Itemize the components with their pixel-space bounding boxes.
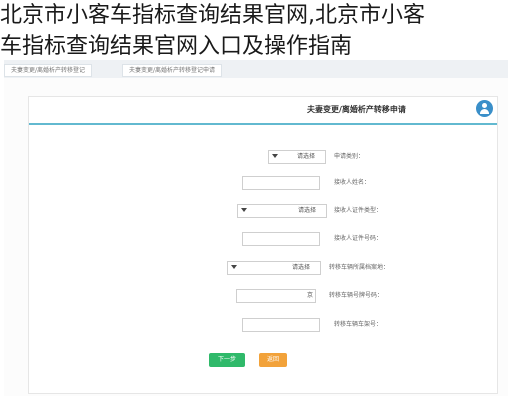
application-type-select[interactable]: 请选择	[268, 150, 326, 164]
chevron-down-icon	[272, 154, 278, 158]
screenshot-frame: 夫妻变更/离婚析产转移登记 夫妻变更/离婚析产转移登记申请 夫妻变更/离婚析产转…	[4, 60, 508, 396]
receiver-name-input[interactable]	[242, 176, 320, 190]
form-row-vehicle-archive: 请选择 转移车辆所属档案地：	[29, 261, 497, 277]
article-headline: 北京市小客车指标查询结果官网,北京市小客 车指标查询结果官网入口及操作指南	[0, 0, 512, 62]
browser-tab-2[interactable]: 夫妻变更/离婚析产转移登记申请	[122, 64, 223, 77]
browser-tab-1[interactable]: 夫妻变更/离婚析产转移登记	[4, 64, 93, 77]
return-button[interactable]: 返回	[259, 353, 287, 367]
headline-line-2: 车指标查询结果官网入口及操作指南	[0, 34, 353, 59]
form-row-receiver-id-number: 接收人证件号码：	[29, 232, 497, 248]
receiver-id-number-label: 接收人证件号码：	[334, 235, 383, 242]
form-row-receiver-id-type: 请选择 接收人证件类型：	[29, 204, 497, 220]
user-icon	[476, 100, 493, 117]
vin-label: 转移车辆车架号：	[334, 321, 383, 328]
receiver-name-label: 接收人姓名：	[334, 179, 371, 186]
plate-number-label: 转移车辆号牌号码：	[329, 292, 384, 299]
plate-number-input[interactable]: 京	[236, 289, 316, 303]
vehicle-archive-select[interactable]: 请选择	[227, 261, 321, 275]
next-button[interactable]: 下一步	[209, 353, 245, 367]
form-row-plate-number: 京 转移车辆号牌号码：	[29, 289, 497, 305]
receiver-id-number-input[interactable]	[242, 232, 320, 246]
form-title: 夫妻变更/离婚析产转移申请	[307, 105, 406, 114]
form-row-receiver-name: 接收人姓名：	[29, 176, 497, 192]
browser-tab-bar: 夫妻变更/离婚析产转移登记 夫妻变更/离婚析产转移登记申请	[4, 60, 508, 78]
form-row-application-type: 请选择 申请类别：	[29, 150, 497, 166]
headline-line-1: 北京市小客车指标查询结果官网,北京市小客	[0, 3, 425, 28]
form-row-vin: 转移车辆车架号：	[29, 318, 497, 334]
chevron-down-icon	[231, 265, 237, 269]
receiver-id-type-select[interactable]: 请选择	[237, 204, 327, 218]
vehicle-archive-label: 转移车辆所属档案地：	[329, 264, 390, 271]
panel-header: 夫妻变更/离婚析产转移申请	[29, 97, 497, 125]
application-type-label: 申请类别：	[334, 153, 365, 160]
form-panel: 夫妻变更/离婚析产转移申请 请选择 申请类别： 接收人姓名： 请选择 接收人证件…	[28, 96, 498, 394]
receiver-id-type-label: 接收人证件类型：	[334, 207, 383, 214]
vin-input[interactable]	[242, 318, 320, 332]
chevron-down-icon	[241, 208, 247, 212]
